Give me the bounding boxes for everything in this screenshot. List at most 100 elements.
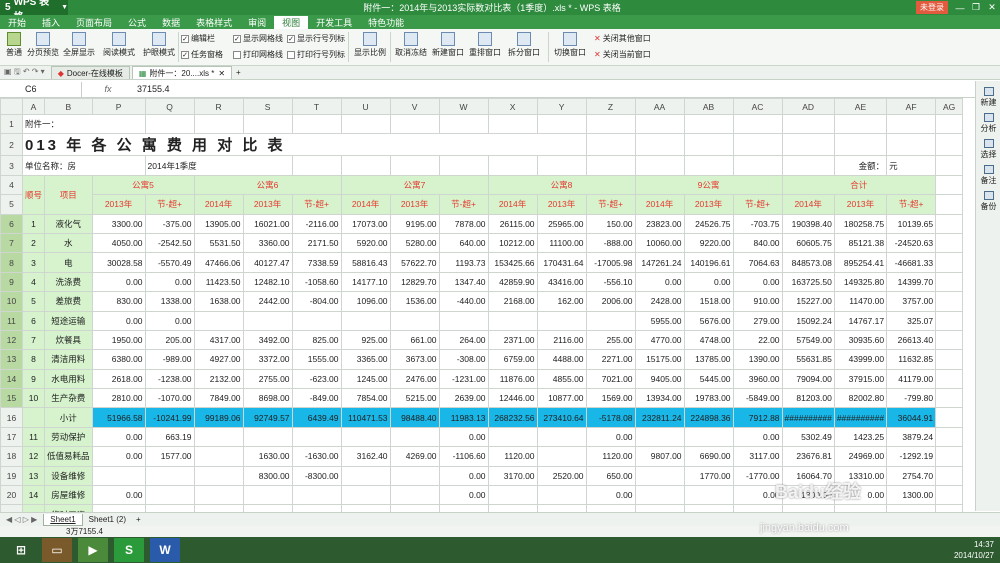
value-cell[interactable]: 82002.80 — [833, 388, 888, 409]
value-cell[interactable]: 11876.00 — [487, 368, 538, 390]
task-analysis-button[interactable]: 分析 — [976, 113, 1000, 134]
item-cell[interactable]: 设备维修 — [44, 465, 93, 487]
value-cell[interactable] — [340, 485, 391, 506]
menu-view[interactable]: 视图 — [274, 15, 309, 29]
cell[interactable] — [291, 113, 342, 135]
row-header[interactable]: 19 — [0, 465, 23, 487]
value-cell[interactable] — [242, 426, 293, 448]
value-cell[interactable]: 5302.49 — [781, 426, 835, 448]
value-cell[interactable]: 1630.00 — [242, 446, 293, 467]
value-cell[interactable]: 11100.00 — [536, 232, 587, 254]
value-cell[interactable]: 2618.00 — [91, 368, 146, 390]
cell[interactable] — [487, 155, 538, 176]
value-cell[interactable]: 4269.00 — [389, 446, 440, 467]
value-cell[interactable] — [536, 446, 587, 467]
row-header[interactable]: 3 — [0, 155, 23, 176]
value-cell[interactable]: ########## — [781, 407, 835, 428]
cell[interactable] — [634, 155, 685, 176]
value-cell[interactable] — [389, 465, 440, 487]
column-header[interactable]: Q — [144, 98, 195, 115]
cell[interactable] — [585, 113, 636, 135]
value-cell[interactable]: 0.00 — [634, 271, 685, 293]
value-cell[interactable]: -308.00 — [438, 349, 489, 370]
seq-cell[interactable]: 10 — [21, 388, 46, 409]
column-header[interactable]: V — [389, 98, 440, 115]
seq-cell[interactable]: 15 — [21, 504, 46, 512]
value-cell[interactable]: -10241.99 — [144, 407, 195, 428]
value-cell[interactable]: 1423.25 — [833, 426, 888, 448]
value-cell[interactable]: -804.00 — [291, 291, 342, 312]
value-cell[interactable]: 7912.88 — [732, 407, 783, 428]
table-title[interactable]: 013 年 各 公 寓 费 用 对 比 表 — [22, 133, 587, 157]
value-cell[interactable] — [536, 485, 587, 506]
value-cell[interactable]: 8698.00 — [242, 388, 293, 409]
value-cell[interactable]: 39000.00 — [389, 504, 440, 512]
value-cell[interactable] — [291, 485, 342, 506]
value-cell[interactable]: 14177.10 — [340, 271, 391, 293]
cell[interactable] — [389, 155, 440, 176]
column-header[interactable]: AA — [634, 98, 685, 115]
value-cell[interactable]: 7021.00 — [585, 368, 636, 390]
print-headers-check[interactable]: 打印行号列标 — [287, 49, 345, 60]
value-cell[interactable]: -623.00 — [291, 368, 342, 390]
seq-cell[interactable]: 6 — [21, 310, 46, 331]
value-cell[interactable] — [340, 310, 391, 331]
value-cell[interactable]: 8750.00 — [585, 504, 636, 512]
add-sheet-icon[interactable]: + — [132, 515, 145, 524]
value-cell[interactable]: 1300.00 — [732, 504, 783, 512]
cell[interactable] — [585, 155, 636, 176]
value-cell[interactable]: 1120.00 — [585, 446, 636, 467]
sub-header[interactable]: 节-超+ — [438, 194, 489, 215]
name-box[interactable]: C6 — [0, 81, 82, 97]
file-explorer-icon[interactable]: ▭ — [42, 538, 72, 562]
item-cell[interactable]: 水 — [44, 232, 93, 254]
seq-cell[interactable]: 1 — [21, 213, 46, 234]
cell[interactable] — [935, 504, 964, 512]
value-cell[interactable] — [291, 310, 342, 331]
row-header[interactable]: 2 — [0, 133, 23, 157]
value-cell[interactable]: 2520.00 — [536, 465, 587, 487]
value-cell[interactable]: 0.00 — [585, 485, 636, 506]
value-cell[interactable] — [536, 310, 587, 331]
sub-header[interactable]: 2013年 — [91, 194, 146, 215]
value-cell[interactable]: 3879.24 — [886, 426, 937, 448]
sub-header[interactable]: 2014年 — [487, 194, 538, 215]
item-cell[interactable]: 洗涤费 — [44, 271, 93, 293]
value-cell[interactable]: 0.00 — [144, 310, 195, 331]
value-cell[interactable]: 26613.40 — [886, 329, 937, 351]
seq-cell[interactable] — [21, 407, 46, 428]
value-cell[interactable] — [634, 485, 685, 506]
value-cell[interactable]: 224898.36 — [683, 407, 734, 428]
value-cell[interactable] — [340, 465, 391, 487]
new-tab-icon[interactable]: + — [236, 68, 241, 77]
value-cell[interactable]: 2639.00 — [438, 388, 489, 409]
cell[interactable] — [935, 349, 964, 370]
show-gridlines-check[interactable]: ✓ 显示网格线 — [233, 33, 283, 44]
cell[interactable] — [833, 133, 888, 157]
switch-window-button[interactable]: 切换窗口 — [551, 32, 589, 58]
value-cell[interactable]: 130080.00 — [886, 504, 937, 512]
item-cell[interactable]: 低值易耗品 — [44, 446, 93, 467]
value-cell[interactable]: -8300.00 — [291, 465, 342, 487]
value-cell[interactable]: 279.00 — [732, 310, 783, 331]
unfreeze-button[interactable]: 取消冻结 — [393, 32, 429, 58]
value-cell[interactable]: 11423.50 — [193, 271, 244, 293]
menu-developer[interactable]: 开发工具 — [308, 16, 360, 29]
value-cell[interactable]: 1390.00 — [732, 349, 783, 370]
unit-name-label[interactable]: 单位名称：房 — [22, 155, 146, 176]
value-cell[interactable]: 825.00 — [291, 329, 342, 351]
seq-cell[interactable]: 3 — [21, 252, 46, 273]
value-cell[interactable]: -799.80 — [886, 388, 937, 409]
value-cell[interactable]: 8300.00 — [242, 465, 293, 487]
value-cell[interactable]: 2754.70 — [886, 465, 937, 487]
value-cell[interactable]: 92749.57 — [242, 407, 293, 428]
value-cell[interactable]: 2116.00 — [536, 329, 587, 351]
cell[interactable] — [781, 155, 835, 176]
value-cell[interactable]: -1630.00 — [291, 446, 342, 467]
item-cell[interactable]: 清洁用料 — [44, 349, 93, 370]
value-cell[interactable]: 58816.43 — [340, 252, 391, 273]
value-cell[interactable]: 2476.00 — [389, 368, 440, 390]
menu-home[interactable]: 开始 — [0, 16, 34, 29]
value-cell[interactable] — [634, 426, 685, 448]
close-current-window-button[interactable]: ✕ 关闭当前窗口 — [594, 49, 651, 60]
